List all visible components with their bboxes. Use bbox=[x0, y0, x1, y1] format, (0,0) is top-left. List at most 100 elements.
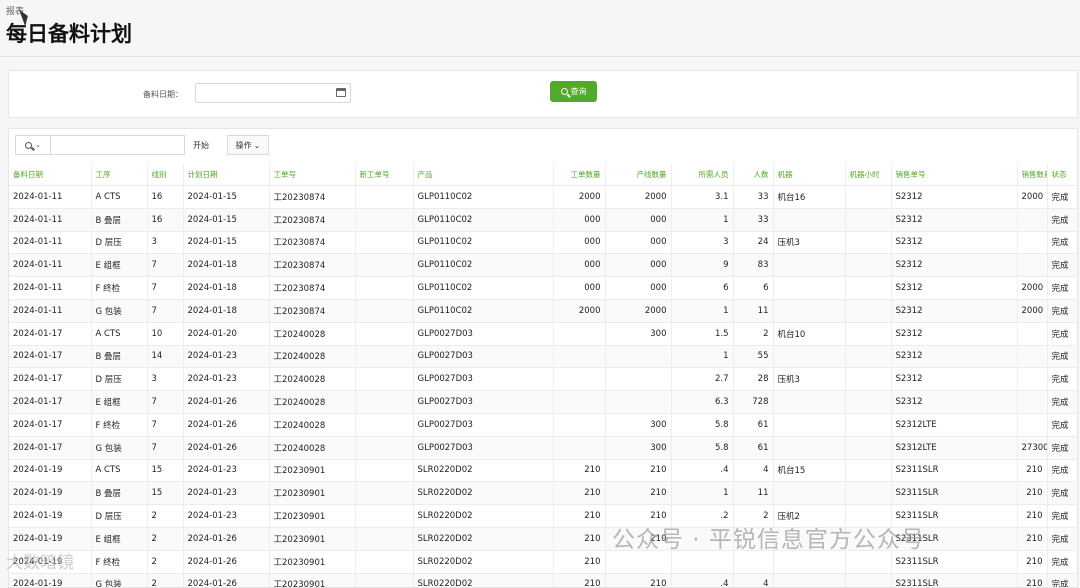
table-cell bbox=[773, 298, 846, 323]
table-cell: 工20230901 bbox=[269, 504, 356, 528]
table-cell: 完成 bbox=[1047, 481, 1077, 505]
table-row[interactable]: 2024-01-17 A CTS 10 2024-01-20 工20240028 GLP0… bbox=[9, 321, 1077, 346]
table-row[interactable]: 2024-01-11 D 层压 3 2024-01-15 工20230874 GLP011… bbox=[9, 230, 1077, 254]
table-cell: 2024-01-26 bbox=[183, 412, 270, 437]
date-label: 备料日期： bbox=[143, 90, 183, 99]
table-cell: 7 bbox=[147, 298, 184, 323]
table-row[interactable]: 2024-01-17 E 组框 7 2024-01-26 工20240028 GLP002… bbox=[9, 390, 1077, 414]
table-cell: A CTS bbox=[91, 458, 148, 482]
column-header[interactable]: 线别 bbox=[147, 163, 184, 186]
table-cell bbox=[355, 504, 414, 528]
table-cell: .4 bbox=[671, 458, 734, 482]
column-header[interactable]: 所需人员 bbox=[671, 163, 734, 186]
table-row[interactable]: 2024-01-11 E 组框 7 2024-01-18 工20230874 GLP011… bbox=[9, 253, 1077, 277]
search-field-dropdown[interactable]: ⌄ bbox=[16, 136, 51, 154]
column-header[interactable]: 机器小时 bbox=[845, 163, 892, 186]
table-cell: 工20230874 bbox=[269, 207, 356, 232]
column-header[interactable]: 销售数量 bbox=[1017, 163, 1048, 186]
column-header[interactable]: 状态 bbox=[1047, 163, 1077, 186]
table-row[interactable]: 2024-01-17 F 终检 7 2024-01-26 工20240028 GLP002… bbox=[9, 412, 1077, 437]
table-cell: G 包装 bbox=[91, 298, 148, 323]
table-cell: 210 bbox=[1017, 458, 1048, 482]
table-search-input[interactable] bbox=[52, 136, 182, 154]
table-cell: 210 bbox=[1017, 549, 1048, 574]
table-cell: B 叠层 bbox=[91, 207, 148, 232]
table-row[interactable]: 2024-01-17 B 叠层 14 2024-01-23 工20240028 GLP00… bbox=[9, 344, 1077, 368]
table-row[interactable]: 2024-01-11 G 包装 7 2024-01-18 工20230874 GLP011… bbox=[9, 298, 1077, 323]
table-cell: S2311SLR bbox=[891, 504, 1018, 528]
table-cell bbox=[355, 276, 414, 300]
column-header[interactable]: 机器 bbox=[773, 163, 846, 186]
table-row[interactable]: 2024-01-11 F 终检 7 2024-01-18 工20230874 GLP011… bbox=[9, 276, 1077, 300]
operations-dropdown[interactable]: 操作 ⌄ bbox=[227, 135, 269, 155]
table-cell: 完成 bbox=[1047, 390, 1077, 414]
column-header[interactable]: 产线数量 bbox=[605, 163, 672, 186]
table-cell: GLP0027D03 bbox=[413, 367, 554, 391]
table-cell bbox=[553, 321, 606, 346]
table-row[interactable]: 2024-01-19 G 包装 2 2024-01-26 工20230901 SLR022… bbox=[9, 572, 1077, 587]
table-cell: 000 bbox=[553, 253, 606, 277]
table-cell: 工20230874 bbox=[269, 298, 356, 323]
table-cell bbox=[773, 572, 846, 587]
table-cell bbox=[553, 435, 606, 460]
table-cell: 3.1 bbox=[671, 185, 734, 209]
table-cell: 工20230901 bbox=[269, 481, 356, 505]
table-row[interactable]: 2024-01-19 A CTS 15 2024-01-23 工20230901 SLR0… bbox=[9, 458, 1077, 482]
table-cell: S2312LTE bbox=[891, 412, 1018, 437]
table-cell bbox=[845, 298, 892, 323]
table-row[interactable]: 2024-01-11 A CTS 16 2024-01-15 工20230874 GLP0… bbox=[9, 185, 1077, 209]
table-cell bbox=[773, 390, 846, 414]
table-row[interactable]: 2024-01-11 B 叠层 16 2024-01-15 工20230874 GLP01… bbox=[9, 207, 1077, 232]
table-cell bbox=[1017, 344, 1048, 368]
column-header[interactable]: 备料日期 bbox=[9, 163, 92, 186]
table-cell: 210 bbox=[553, 526, 606, 551]
table-cell bbox=[845, 549, 892, 574]
table-cell bbox=[773, 253, 846, 277]
table-cell: 55 bbox=[733, 344, 774, 368]
date-input[interactable] bbox=[195, 83, 351, 103]
column-header[interactable]: 销售单号 bbox=[891, 163, 1018, 186]
table-cell: 000 bbox=[605, 230, 672, 254]
start-button[interactable]: 开始 bbox=[185, 135, 217, 155]
column-header[interactable]: 产品 bbox=[413, 163, 554, 186]
table-row[interactable]: 2024-01-19 F 终检 2 2024-01-26 工20230901 SLR022… bbox=[9, 549, 1077, 574]
table-cell: GLP0027D03 bbox=[413, 412, 554, 437]
table-cell: 工20240028 bbox=[269, 435, 356, 460]
table-cell: 2024-01-17 bbox=[9, 344, 92, 368]
table-search-box[interactable]: ⌄ bbox=[15, 135, 185, 155]
table-cell bbox=[845, 344, 892, 368]
column-header[interactable]: 计划日期 bbox=[183, 163, 270, 186]
table-cell: 工20230901 bbox=[269, 549, 356, 574]
table-cell: 机台10 bbox=[773, 321, 846, 346]
table-row[interactable]: 2024-01-17 G 包装 7 2024-01-26 工20240028 GLP002… bbox=[9, 435, 1077, 460]
table-cell: S2312 bbox=[891, 321, 1018, 346]
table-cell: 工20230901 bbox=[269, 526, 356, 551]
calendar-icon[interactable] bbox=[336, 88, 346, 97]
table-cell: 完成 bbox=[1047, 344, 1077, 368]
table-cell: 2024-01-15 bbox=[183, 207, 270, 232]
table-cell: 2024-01-17 bbox=[9, 412, 92, 437]
table-cell: 2024-01-20 bbox=[183, 321, 270, 346]
table-row[interactable]: 2024-01-19 D 层压 2 2024-01-23 工20230901 SLR022… bbox=[9, 504, 1077, 528]
table-cell: 2000 bbox=[553, 185, 606, 209]
table-cell: 完成 bbox=[1047, 526, 1077, 551]
column-header[interactable]: 人数 bbox=[733, 163, 774, 186]
table-cell: S2312 bbox=[891, 276, 1018, 300]
table-cell: GLP0110C02 bbox=[413, 276, 554, 300]
table-row[interactable]: 2024-01-19 B 叠层 15 2024-01-23 工20230901 SLR02… bbox=[9, 481, 1077, 505]
table-cell: 1 bbox=[671, 298, 734, 323]
column-header[interactable]: 工单数量 bbox=[553, 163, 606, 186]
chevron-down-icon: ⌄ bbox=[253, 140, 261, 150]
table-row[interactable]: 2024-01-17 D 层压 3 2024-01-23 工20240028 GLP002… bbox=[9, 367, 1077, 391]
table-cell: 工20240028 bbox=[269, 390, 356, 414]
column-header[interactable]: 新工单号 bbox=[355, 163, 414, 186]
query-button[interactable]: 查询 bbox=[550, 81, 597, 102]
table-row[interactable]: 2024-01-19 E 组框 2 2024-01-26 工20230901 SLR022… bbox=[9, 526, 1077, 551]
column-header[interactable]: 工序 bbox=[91, 163, 148, 186]
table-cell: 2024-01-11 bbox=[9, 207, 92, 232]
table-cell bbox=[355, 481, 414, 505]
table-cell: 6.3 bbox=[671, 390, 734, 414]
table-cell: 工20230901 bbox=[269, 572, 356, 587]
table-cell: 2 bbox=[733, 321, 774, 346]
column-header[interactable]: 工单号 bbox=[269, 163, 356, 186]
